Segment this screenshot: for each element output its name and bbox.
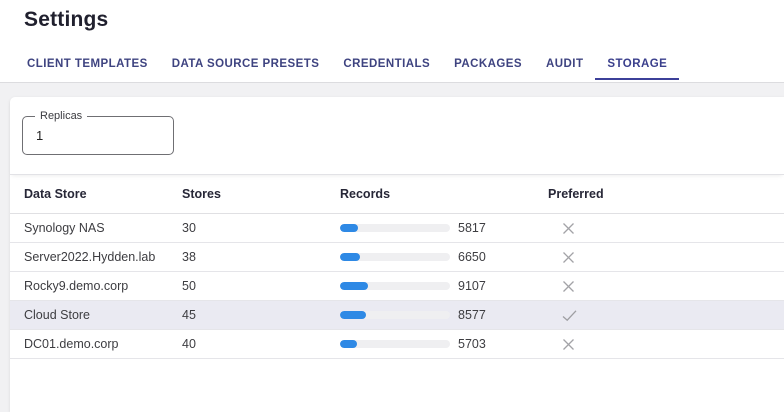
table-row[interactable]: Synology NAS 30 5817 (10, 214, 784, 243)
x-icon (561, 221, 576, 236)
stores-count: 45 (182, 308, 340, 322)
records-count: 5817 (458, 221, 548, 235)
replicas-input[interactable] (23, 117, 173, 154)
x-icon (561, 279, 576, 294)
check-icon (561, 308, 578, 323)
data-store-name: Rocky9.demo.corp (24, 279, 182, 293)
preferred-cell (548, 250, 784, 265)
records-bar-track (340, 311, 450, 319)
records-bar (340, 340, 458, 348)
records-bar-fill (340, 253, 360, 261)
records-bar-track (340, 340, 450, 348)
records-count: 9107 (458, 279, 548, 293)
records-bar-fill (340, 282, 368, 290)
table-row[interactable]: Rocky9.demo.corp 50 9107 (10, 272, 784, 301)
settings-screen: Settings CLIENT TEMPLATESDATA SOURCE PRE… (0, 0, 784, 412)
topbar: Settings CLIENT TEMPLATESDATA SOURCE PRE… (0, 0, 784, 83)
stores-count: 50 (182, 279, 340, 293)
tab-packages[interactable]: PACKAGES (442, 52, 534, 80)
table-row[interactable]: Server2022.Hydden.lab 38 6650 (10, 243, 784, 272)
records-bar-track (340, 224, 450, 232)
tab-credentials[interactable]: CREDENTIALS (331, 52, 442, 80)
records-bar-fill (340, 311, 366, 319)
records-bar-track (340, 282, 450, 290)
column-header-preferred: Preferred (548, 187, 784, 201)
records-bar-fill (340, 340, 357, 348)
tab-client-templates[interactable]: CLIENT TEMPLATES (15, 52, 160, 80)
records-bar (340, 224, 458, 232)
replicas-form-section: Replicas (10, 97, 784, 175)
tab-audit[interactable]: AUDIT (534, 52, 595, 80)
column-header-records: Records (340, 187, 458, 201)
records-count: 5703 (458, 337, 548, 351)
preferred-cell (548, 337, 784, 352)
records-count: 6650 (458, 250, 548, 264)
table-row[interactable]: DC01.demo.corp 40 5703 (10, 330, 784, 359)
data-store-name: Synology NAS (24, 221, 182, 235)
table-body: Synology NAS 30 5817 Server2022.Hydden.l… (10, 214, 784, 359)
records-bar (340, 282, 458, 290)
preferred-cell (548, 279, 784, 294)
storage-panel: Replicas Data Store Stores Records Prefe… (10, 97, 784, 412)
stores-count: 30 (182, 221, 340, 235)
records-bar (340, 253, 458, 261)
preferred-cell (548, 308, 784, 323)
tab-data-source-presets[interactable]: DATA SOURCE PRESETS (160, 52, 332, 80)
table-header-row: Data Store Stores Records Preferred (10, 175, 784, 214)
column-header-stores: Stores (182, 187, 340, 201)
tab-bar: CLIENT TEMPLATESDATA SOURCE PRESETSCREDE… (15, 52, 679, 80)
page-title: Settings (24, 8, 108, 32)
x-icon (561, 337, 576, 352)
records-bar-track (340, 253, 450, 261)
data-store-name: Server2022.Hydden.lab (24, 250, 182, 264)
table-row[interactable]: Cloud Store 45 8577 (10, 301, 784, 330)
data-store-name: Cloud Store (24, 308, 182, 322)
column-header-data-store: Data Store (24, 187, 182, 201)
x-icon (561, 250, 576, 265)
records-bar (340, 311, 458, 319)
stores-count: 40 (182, 337, 340, 351)
replicas-field: Replicas (22, 116, 174, 155)
records-bar-fill (340, 224, 358, 232)
preferred-cell (548, 221, 784, 236)
tab-storage[interactable]: STORAGE (595, 52, 679, 80)
stores-count: 38 (182, 250, 340, 264)
data-store-name: DC01.demo.corp (24, 337, 182, 351)
records-count: 8577 (458, 308, 548, 322)
